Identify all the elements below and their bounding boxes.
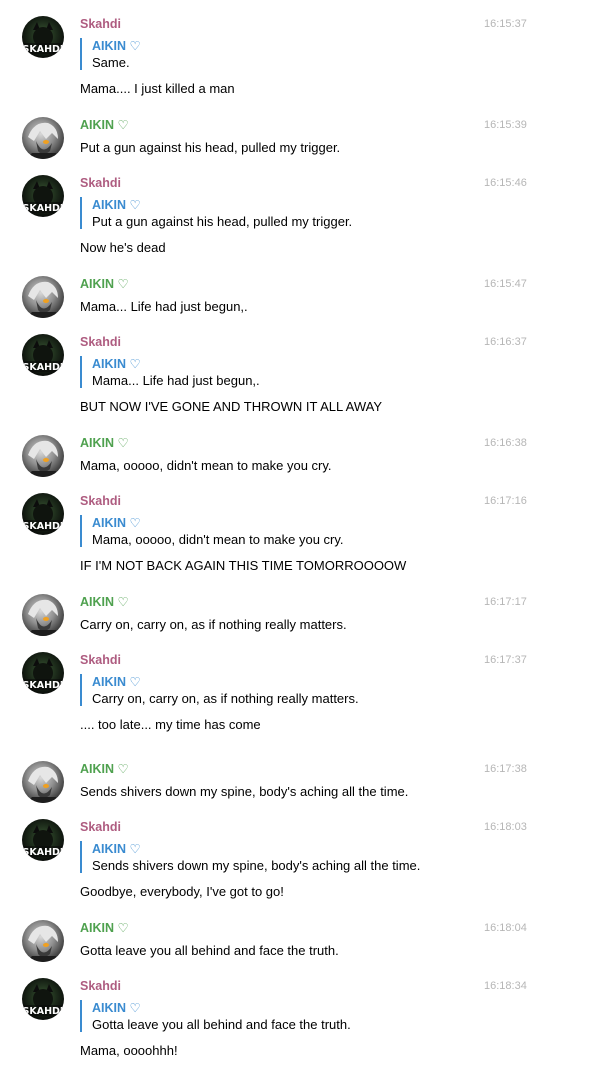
- reply-author: AIKIN ♡: [92, 357, 141, 371]
- timestamp: 16:18:03: [484, 821, 527, 833]
- reply-author: AIKIN ♡: [92, 39, 141, 53]
- reply-quote[interactable]: AIKIN ♡ Put a gun against his head, pull…: [80, 197, 352, 229]
- message-text: Mama, ooooo, didn't mean to make you cry…: [80, 458, 332, 473]
- reply-text: Gotta leave you all behind and face the …: [92, 1017, 351, 1032]
- reply-text: Sends shivers down my spine, body's achi…: [92, 858, 421, 873]
- timestamp: 16:17:17: [484, 596, 527, 608]
- reply-quote[interactable]: AIKIN ♡ Mama... Life had just begun,.: [80, 356, 260, 388]
- timestamp: 16:15:46: [484, 177, 527, 189]
- svg-text:SKAHDI: SKAHDI: [23, 680, 64, 691]
- message-text: Gotta leave you all behind and face the …: [80, 943, 339, 958]
- message-text: Sends shivers down my spine, body's achi…: [80, 784, 409, 799]
- timestamp: 16:17:37: [484, 654, 527, 666]
- reply-text: Mama, ooooo, didn't mean to make you cry…: [92, 532, 344, 547]
- author-name[interactable]: Skahdi: [80, 16, 121, 32]
- author-name[interactable]: Skahdi: [80, 334, 121, 350]
- reply-text: Put a gun against his head, pulled my tr…: [92, 214, 353, 229]
- aikin-avatar[interactable]: [22, 435, 64, 477]
- timestamp: 16:15:37: [484, 18, 527, 30]
- timestamp: 16:15:47: [484, 278, 527, 290]
- reply-author: AIKIN ♡: [92, 842, 141, 856]
- reply-quote[interactable]: AIKIN ♡ Mama, ooooo, didn't mean to make…: [80, 515, 344, 547]
- svg-text:SKAHDI: SKAHDI: [23, 203, 64, 214]
- author-name[interactable]: Skahdi: [80, 819, 121, 835]
- author-name[interactable]: AIKIN ♡: [80, 435, 129, 451]
- author-name[interactable]: AIKIN ♡: [80, 594, 129, 610]
- aikin-avatar[interactable]: [22, 761, 64, 803]
- message-text: BUT NOW I'VE GONE AND THROWN IT ALL AWAY: [80, 399, 383, 414]
- message-text: Now he's dead: [80, 240, 166, 255]
- svg-text:SKAHDI: SKAHDI: [23, 521, 64, 532]
- message-text: IF I'M NOT BACK AGAIN THIS TIME TOMORROO…: [80, 558, 407, 573]
- timestamp: 16:16:38: [484, 437, 527, 449]
- author-name[interactable]: AIKIN ♡: [80, 117, 129, 133]
- skahdi-avatar[interactable]: SKAHDI: [22, 334, 64, 376]
- skahdi-avatar[interactable]: SKAHDI: [22, 16, 64, 58]
- aikin-avatar[interactable]: [22, 276, 64, 318]
- author-name[interactable]: AIKIN ♡: [80, 920, 129, 936]
- reply-quote[interactable]: AIKIN ♡ Gotta leave you all behind and f…: [80, 1000, 351, 1032]
- reply-quote[interactable]: AIKIN ♡ Same.: [80, 38, 141, 70]
- skahdi-avatar[interactable]: SKAHDI: [22, 978, 64, 1020]
- timestamp: 16:18:04: [484, 922, 527, 934]
- reply-author: AIKIN ♡: [92, 516, 141, 530]
- message-text: Mama... Life had just begun,.: [80, 299, 248, 314]
- skahdi-avatar[interactable]: SKAHDI: [22, 819, 64, 861]
- author-name[interactable]: Skahdi: [80, 652, 121, 668]
- timestamp: 16:17:38: [484, 763, 527, 775]
- skahdi-avatar[interactable]: SKAHDI: [22, 175, 64, 217]
- message-text: Mama, oooohhh!: [80, 1043, 178, 1058]
- reply-text: Carry on, carry on, as if nothing really…: [92, 691, 359, 706]
- author-name[interactable]: AIKIN ♡: [80, 761, 129, 777]
- reply-author: AIKIN ♡: [92, 198, 141, 212]
- author-name[interactable]: Skahdi: [80, 175, 121, 191]
- svg-text:SKAHDI: SKAHDI: [23, 1006, 64, 1017]
- message-text: Carry on, carry on, as if nothing really…: [80, 617, 347, 632]
- reply-text: Mama... Life had just begun,.: [92, 373, 260, 388]
- author-name[interactable]: AIKIN ♡: [80, 276, 129, 292]
- reply-author: AIKIN ♡: [92, 1001, 141, 1015]
- message-text: Mama.... I just killed a man: [80, 81, 235, 96]
- svg-text:SKAHDI: SKAHDI: [23, 362, 64, 373]
- timestamp: 16:17:16: [484, 495, 527, 507]
- aikin-avatar[interactable]: [22, 594, 64, 636]
- aikin-avatar[interactable]: [22, 920, 64, 962]
- reply-quote[interactable]: AIKIN ♡ Carry on, carry on, as if nothin…: [80, 674, 359, 706]
- svg-text:SKAHDI: SKAHDI: [23, 847, 64, 858]
- skahdi-avatar[interactable]: SKAHDI: [22, 493, 64, 535]
- author-name[interactable]: Skahdi: [80, 978, 121, 994]
- reply-quote[interactable]: AIKIN ♡ Sends shivers down my spine, bod…: [80, 841, 420, 873]
- timestamp: 16:16:37: [484, 336, 527, 348]
- timestamp: 16:18:34: [484, 980, 527, 992]
- message-text: Put a gun against his head, pulled my tr…: [80, 140, 341, 155]
- reply-text: Same.: [92, 55, 130, 70]
- reply-author: AIKIN ♡: [92, 675, 141, 689]
- timestamp: 16:15:39: [484, 119, 527, 131]
- skahdi-avatar[interactable]: SKAHDI: [22, 652, 64, 694]
- svg-text:SKAHDI: SKAHDI: [23, 44, 64, 55]
- aikin-avatar[interactable]: [22, 117, 64, 159]
- message-text: Goodbye, everybody, I've got to go!: [80, 884, 284, 899]
- author-name[interactable]: Skahdi: [80, 493, 121, 509]
- message-text: .... too late... my time has come: [80, 717, 261, 732]
